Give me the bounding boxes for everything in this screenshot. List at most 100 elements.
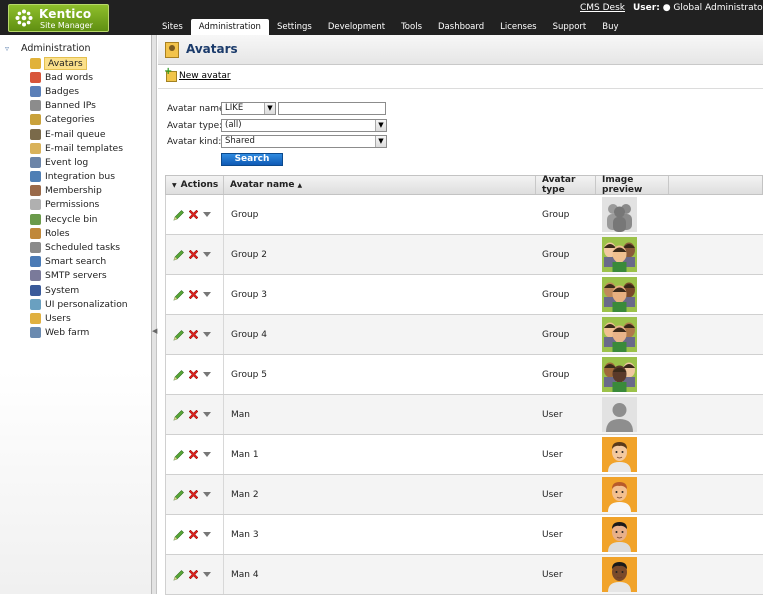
delete-icon[interactable] bbox=[187, 368, 200, 381]
tree-item-recycle-bin[interactable]: Recycle bin bbox=[30, 212, 128, 226]
row-menu-icon[interactable] bbox=[203, 291, 211, 298]
search-button[interactable]: Search bbox=[221, 153, 283, 166]
delete-icon[interactable] bbox=[187, 288, 200, 301]
tree-item-event-log[interactable]: Event log bbox=[30, 155, 128, 169]
delete-icon[interactable] bbox=[187, 408, 200, 421]
tree-item-avatars[interactable]: Avatars bbox=[30, 56, 128, 70]
delete-icon[interactable] bbox=[187, 328, 200, 341]
delete-icon[interactable] bbox=[187, 488, 200, 501]
edit-icon[interactable] bbox=[173, 249, 185, 261]
avatar-name-header[interactable]: Avatar name ▲ bbox=[224, 176, 536, 194]
tree-item-users[interactable]: Users bbox=[30, 311, 128, 325]
edit-icon[interactable] bbox=[173, 369, 185, 381]
top-nav-development[interactable]: Development bbox=[320, 19, 393, 35]
delete-icon[interactable] bbox=[187, 448, 200, 461]
delete-icon[interactable] bbox=[187, 568, 200, 581]
avatar-image bbox=[602, 437, 637, 472]
edit-icon[interactable] bbox=[173, 529, 185, 541]
delete-icon[interactable] bbox=[187, 528, 200, 541]
tree-item-integration-bus[interactable]: Integration bus bbox=[30, 170, 128, 184]
tree-item-label: Roles bbox=[45, 227, 70, 239]
row-menu-icon[interactable] bbox=[203, 251, 211, 258]
tree-root-administration[interactable]: ▿ Administration bbox=[5, 43, 91, 54]
user-menu[interactable]: User: ● Global Administrator ▼ bbox=[633, 3, 763, 13]
kentico-flower-icon bbox=[15, 9, 33, 27]
row-menu-icon[interactable] bbox=[203, 211, 211, 218]
edit-icon[interactable] bbox=[173, 449, 185, 461]
tree-item-roles[interactable]: Roles bbox=[30, 226, 128, 240]
avatar-name: Man 3 bbox=[231, 529, 259, 540]
dropdown-arrow-icon: ▼ bbox=[375, 136, 386, 147]
tree-item-web-farm[interactable]: Web farm bbox=[30, 326, 128, 340]
actions-header[interactable]: ▼ Actions bbox=[166, 176, 224, 194]
row-menu-icon[interactable] bbox=[203, 491, 211, 498]
tree-item-scheduled-tasks[interactable]: Scheduled tasks bbox=[30, 240, 128, 254]
delete-icon[interactable] bbox=[187, 208, 200, 221]
avatar-type-header[interactable]: Avatar type bbox=[536, 175, 596, 195]
tree-item-membership[interactable]: Membership bbox=[30, 184, 128, 198]
edit-icon[interactable] bbox=[173, 569, 185, 581]
tree-item-categories[interactable]: Categories bbox=[30, 113, 128, 127]
avatar-name: Man bbox=[231, 409, 250, 420]
banned-ips-icon bbox=[30, 100, 41, 112]
avatar-kind-select[interactable]: Shared ▼ bbox=[221, 135, 387, 148]
smtp-servers-icon bbox=[30, 270, 41, 282]
top-nav-dashboard[interactable]: Dashboard bbox=[430, 19, 492, 35]
tree-item-e-mail-queue[interactable]: E-mail queue bbox=[30, 127, 128, 141]
avatar-type-header-label: Avatar type bbox=[542, 175, 576, 195]
image-preview-cell bbox=[596, 395, 669, 434]
logo-subtitle: Site Manager bbox=[40, 21, 93, 30]
tree-item-smtp-servers[interactable]: SMTP servers bbox=[30, 269, 128, 283]
top-nav-buy[interactable]: Buy bbox=[594, 19, 626, 35]
avatar-type: User bbox=[542, 529, 563, 540]
edit-icon[interactable] bbox=[173, 289, 185, 301]
row-menu-icon[interactable] bbox=[203, 531, 211, 538]
expand-icon[interactable]: ▿ bbox=[5, 44, 15, 53]
tree-item-label: Scheduled tasks bbox=[45, 242, 121, 254]
system-icon bbox=[30, 284, 41, 296]
image-preview-cell bbox=[596, 355, 669, 394]
edit-icon[interactable] bbox=[173, 489, 185, 501]
row-filler bbox=[669, 435, 763, 474]
top-nav-settings[interactable]: Settings bbox=[269, 19, 320, 35]
tree-item-badges[interactable]: Badges bbox=[30, 84, 128, 98]
row-menu-icon[interactable] bbox=[203, 411, 211, 418]
edit-icon[interactable] bbox=[173, 409, 185, 421]
tree-root-label: Administration bbox=[21, 43, 91, 54]
tree-item-permissions[interactable]: Permissions bbox=[30, 198, 128, 212]
avatar-name-input[interactable] bbox=[278, 102, 386, 115]
avatar-name: Man 4 bbox=[231, 569, 259, 580]
top-nav-sites[interactable]: Sites bbox=[154, 19, 191, 35]
row-menu-icon[interactable] bbox=[203, 331, 211, 338]
top-nav-administration[interactable]: Administration bbox=[190, 19, 269, 35]
top-nav-tools[interactable]: Tools bbox=[393, 19, 430, 35]
header-actions: New avatar bbox=[158, 65, 763, 89]
row-menu-icon[interactable] bbox=[203, 371, 211, 378]
row-menu-icon[interactable] bbox=[203, 571, 211, 578]
tree-item-ui-personalization[interactable]: UI personalization bbox=[30, 297, 128, 311]
panel-splitter[interactable]: ◀ bbox=[152, 35, 157, 594]
tree-item-smart-search[interactable]: Smart search bbox=[30, 255, 128, 269]
avatar-type-select[interactable]: (all) ▼ bbox=[221, 119, 387, 132]
avatar-image bbox=[602, 397, 637, 432]
collapse-arrow-icon[interactable]: ◀ bbox=[152, 325, 157, 337]
new-avatar-icon[interactable] bbox=[164, 66, 177, 82]
row-menu-icon[interactable] bbox=[203, 451, 211, 458]
avatar-name-operator-select[interactable]: LIKE ▼ bbox=[221, 102, 276, 115]
kentico-logo[interactable]: Kentico Site Manager bbox=[8, 4, 109, 32]
tree-item-label: Bad words bbox=[45, 71, 94, 83]
smart-search-icon bbox=[30, 256, 41, 268]
edit-icon[interactable] bbox=[173, 209, 185, 221]
tree-item-banned-ips[interactable]: Banned IPs bbox=[30, 99, 128, 113]
tree-item-system[interactable]: System bbox=[30, 283, 128, 297]
grid-header: ▼ Actions Avatar name ▲ Avatar type Imag… bbox=[165, 175, 763, 195]
edit-icon[interactable] bbox=[173, 329, 185, 341]
top-nav-licenses[interactable]: Licenses bbox=[492, 19, 544, 35]
new-avatar-link[interactable]: New avatar bbox=[179, 71, 231, 81]
cms-desk-link[interactable]: CMS Desk bbox=[580, 3, 625, 13]
tree-item-e-mail-templates[interactable]: E-mail templates bbox=[30, 141, 128, 155]
tree-item-bad-words[interactable]: Bad words bbox=[30, 70, 128, 84]
delete-icon[interactable] bbox=[187, 248, 200, 261]
top-nav-support[interactable]: Support bbox=[545, 19, 595, 35]
avatar-name-cell: Group 2 bbox=[224, 235, 536, 274]
